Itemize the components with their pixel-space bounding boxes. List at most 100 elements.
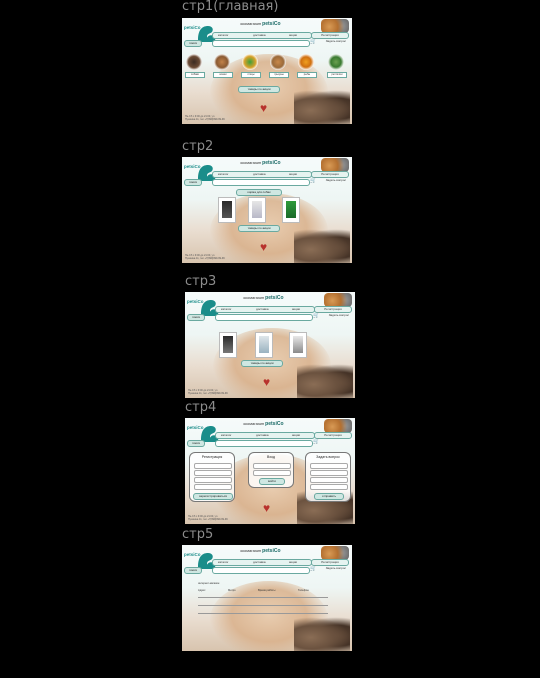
nav-sales[interactable]: акции <box>289 172 297 177</box>
reg-name-field[interactable] <box>194 463 232 469</box>
sale-button[interactable]: товары по акции <box>238 86 280 93</box>
cart-icon[interactable]: 🛒 <box>313 313 319 319</box>
cart-icon[interactable]: 🛒 <box>310 178 316 184</box>
page-label-4: стр4 <box>185 400 217 415</box>
cats-image <box>294 229 350 263</box>
animal-dogs-image[interactable] <box>186 54 202 70</box>
nav-delivery[interactable]: доставка <box>256 433 269 438</box>
login-password-field[interactable] <box>253 470 291 476</box>
cats-image <box>294 90 350 124</box>
search-button[interactable]: поиск <box>184 567 202 574</box>
nav-delivery[interactable]: доставка <box>253 560 266 565</box>
nav-catalog[interactable]: каталог <box>218 560 229 565</box>
nav-bar: каталог доставка акции <box>215 306 315 313</box>
nav-catalog[interactable]: каталог <box>221 433 232 438</box>
reg-phone-field[interactable] <box>194 470 232 476</box>
nav-sales[interactable]: акции <box>292 433 300 438</box>
search-button[interactable]: поиск <box>184 179 202 186</box>
animal-birds-label[interactable]: птицы <box>241 72 261 78</box>
register-button[interactable]: Регистрация <box>311 32 349 39</box>
register-button[interactable]: Регистрация <box>311 559 349 566</box>
search-button[interactable]: поиск <box>184 40 202 47</box>
ask-question-link[interactable]: Задать вопрос <box>329 313 349 317</box>
page-3-mockup: petsiCo зоомагазин petsiCo каталог доста… <box>185 292 355 398</box>
heart-icon: ♥ <box>260 101 268 115</box>
nav-delivery[interactable]: доставка <box>253 172 266 177</box>
animal-rodents-image[interactable] <box>270 54 286 70</box>
registration-title: Регистрация <box>201 455 223 459</box>
animal-cats-image[interactable] <box>214 54 230 70</box>
product-card[interactable] <box>218 197 236 223</box>
animal-fish-image[interactable] <box>298 54 314 70</box>
ask-question-link[interactable]: Задать вопрос <box>326 178 346 182</box>
reg-email-field[interactable] <box>194 477 232 483</box>
cats-image <box>297 364 353 398</box>
login-email-field[interactable] <box>253 463 291 469</box>
search-input[interactable] <box>215 314 313 321</box>
animal-dogs-label[interactable]: собаки <box>185 72 205 78</box>
search-input[interactable] <box>212 40 310 47</box>
product-card[interactable] <box>289 332 307 358</box>
nav-catalog[interactable]: каталог <box>218 33 229 38</box>
nav-catalog[interactable]: каталог <box>218 172 229 177</box>
register-button[interactable]: Регистрация <box>314 306 352 313</box>
animal-reptiles-label[interactable]: рептилии <box>327 72 347 78</box>
table-divider <box>198 613 328 614</box>
cart-icon[interactable]: 🛒 <box>313 439 319 445</box>
nav-sales[interactable]: акции <box>289 33 297 38</box>
ask-question-link[interactable]: Задать вопрос <box>326 566 346 570</box>
logo-text[interactable]: petsiCo <box>184 25 201 30</box>
animal-fish-label[interactable]: рыбы <box>297 72 317 78</box>
header-pets-image <box>324 419 352 433</box>
sale-button[interactable]: товары по акции <box>238 225 280 232</box>
search-button[interactable]: поиск <box>187 314 205 321</box>
header-title: зоомагазин petsiCo <box>240 160 281 166</box>
product-card[interactable] <box>282 197 300 223</box>
logo-text[interactable]: petsiCo <box>187 299 204 304</box>
search-input[interactable] <box>212 179 310 186</box>
animal-reptiles-image[interactable] <box>328 54 344 70</box>
animal-cats-label[interactable]: кошки <box>213 72 233 78</box>
search-button[interactable]: поиск <box>187 440 205 447</box>
page-label-2: стр2 <box>182 139 214 154</box>
ask-email-field[interactable] <box>310 470 348 476</box>
search-input[interactable] <box>212 567 310 574</box>
product-card[interactable] <box>219 332 237 358</box>
nav-bar: каталог доставка акции <box>215 432 315 439</box>
animal-rodents-label[interactable]: грызуны <box>269 72 289 78</box>
header-title: зоомагазин petsiCo <box>240 548 281 554</box>
logo-text[interactable]: petsiCo <box>184 552 201 557</box>
nav-delivery[interactable]: доставка <box>253 33 266 38</box>
login-submit-button[interactable]: войти <box>259 478 285 485</box>
ask-question-link[interactable]: Задать вопрос <box>326 39 346 43</box>
category-label: корма для собак <box>236 189 282 196</box>
ask-question-field[interactable] <box>310 484 348 490</box>
page-2-mockup: petsiCo зоомагазин petsiCo каталог доста… <box>182 157 352 263</box>
nav-sales[interactable]: акции <box>292 307 300 312</box>
heart-icon: ♥ <box>263 501 271 515</box>
product-card[interactable] <box>248 197 266 223</box>
nav-sales[interactable]: акции <box>289 560 297 565</box>
reg-password-field[interactable] <box>194 484 232 490</box>
page-4-mockup: petsiCo зоомагазин petsiCo каталог доста… <box>185 418 355 524</box>
register-button[interactable]: Регистрация <box>311 171 349 178</box>
ask-submit-button[interactable]: отправить <box>314 493 344 500</box>
cart-icon[interactable]: 🛒 <box>310 39 316 45</box>
nav-catalog[interactable]: каталог <box>221 307 232 312</box>
logo-text[interactable]: petsiCo <box>187 425 204 430</box>
animal-birds-image[interactable] <box>242 54 258 70</box>
search-input[interactable] <box>215 440 313 447</box>
footer-info: Пн-Сб с 9:00 до 21:00, ул. Пушкина 11, т… <box>188 515 228 521</box>
sale-button[interactable]: товары по акции <box>241 360 283 367</box>
register-button[interactable]: Регистрация <box>314 432 352 439</box>
register-submit-button[interactable]: зарегистрироваться <box>193 493 233 500</box>
nav-bar: каталог доставка акции <box>212 171 312 178</box>
ask-phone-field[interactable] <box>310 477 348 483</box>
login-panel: Вход войти <box>248 452 294 488</box>
ask-name-field[interactable] <box>310 463 348 469</box>
nav-delivery[interactable]: доставка <box>256 307 269 312</box>
cart-icon[interactable]: 🛒 <box>310 566 316 572</box>
product-card[interactable] <box>255 332 273 358</box>
logo-text[interactable]: petsiCo <box>184 164 201 169</box>
header-pets-image <box>321 19 349 33</box>
